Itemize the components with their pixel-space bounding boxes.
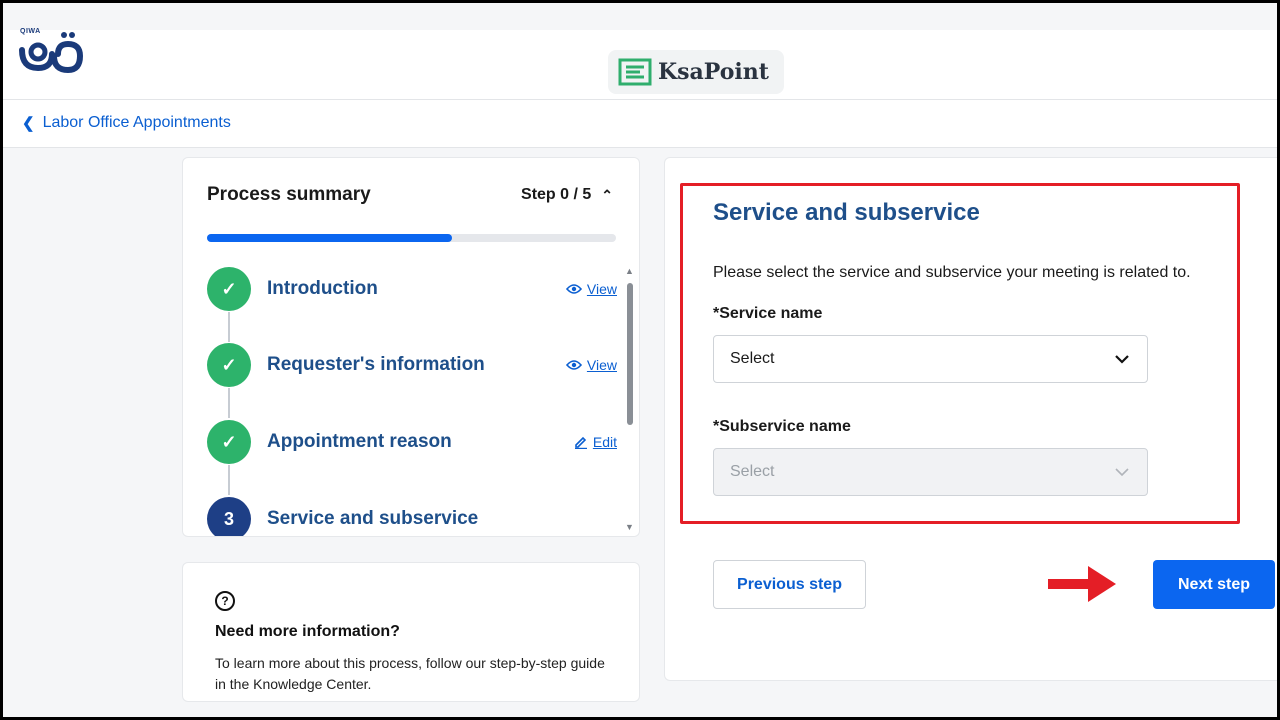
- step-connector: [228, 465, 230, 495]
- step-number-badge: 3: [207, 497, 251, 536]
- form-description: Please select the service and subservice…: [713, 264, 1191, 281]
- step-count-text: Step 0 / 5: [521, 186, 592, 203]
- form-title: Service and subservice: [713, 199, 980, 226]
- previous-step-button[interactable]: Previous step: [713, 560, 866, 609]
- view-requester-link[interactable]: View: [565, 357, 617, 373]
- watermark-text: KsaPoint: [658, 59, 769, 85]
- info-text: To learn more about this process, follow…: [215, 655, 605, 692]
- progress-fill: [207, 234, 453, 242]
- edit-appointment-link[interactable]: Edit: [574, 434, 617, 450]
- eye-icon: [565, 360, 582, 370]
- chevron-up-icon: ⌃: [601, 186, 613, 203]
- logo-small-text: QIWA: [20, 28, 41, 35]
- info-title: Need more information?: [215, 623, 400, 640]
- step-introduction: ✓ Introduction View: [207, 266, 617, 312]
- view-link-label: View: [586, 281, 617, 297]
- red-arrow-icon: [1048, 566, 1116, 602]
- summary-title: Process summary: [207, 184, 371, 205]
- watermark: KsaPoint: [608, 50, 784, 94]
- scroll-down-arrow-icon[interactable]: ▼: [625, 522, 634, 532]
- progress-bar: [207, 234, 616, 242]
- chevron-down-icon: [1115, 467, 1129, 476]
- step-label: Service and subservice: [267, 508, 479, 529]
- scrollbar-thumb[interactable]: [627, 283, 633, 425]
- scroll-up-arrow-icon[interactable]: ▲: [625, 266, 634, 276]
- top-strip: [0, 0, 1280, 30]
- pencil-icon: [574, 436, 587, 449]
- edit-link-label: Edit: [592, 434, 617, 450]
- check-icon: ✓: [207, 267, 251, 311]
- step-connector: [228, 312, 230, 342]
- help-info-card: ? Need more information? To learn more a…: [182, 562, 640, 702]
- step-service-subservice: 3 Service and subservice: [207, 496, 617, 536]
- step-requester-information: ✓ Requester's information View: [207, 342, 617, 388]
- process-summary-card: Process summary Step 0 / 5 ⌃ ✓ Introduct…: [182, 157, 640, 537]
- step-connector: [228, 388, 230, 418]
- eye-icon: [565, 284, 582, 294]
- next-step-button[interactable]: Next step: [1153, 560, 1275, 609]
- chevron-down-icon: [1115, 354, 1129, 364]
- back-link[interactable]: ❮ Labor Office Appointments: [22, 114, 231, 132]
- step-counter-toggle[interactable]: Step 0 / 5 ⌃: [521, 186, 613, 204]
- check-icon: ✓: [207, 420, 251, 464]
- qiwa-logo[interactable]: QIWA: [18, 28, 84, 74]
- service-select-value: Select: [730, 350, 775, 367]
- subservice-name-select[interactable]: Select: [713, 448, 1148, 496]
- service-name-select[interactable]: Select: [713, 335, 1148, 383]
- check-icon: ✓: [207, 343, 251, 387]
- step-appointment-reason: ✓ Appointment reason Edit: [207, 419, 617, 465]
- back-link-label: Labor Office Appointments: [42, 114, 231, 131]
- view-introduction-link[interactable]: View: [565, 281, 617, 297]
- step-label: Appointment reason: [267, 431, 452, 452]
- chevron-left-icon: ❮: [22, 115, 35, 132]
- subservice-name-label: *Subservice name: [713, 418, 851, 435]
- question-icon: ?: [215, 591, 235, 611]
- step-label: Requester's information: [267, 354, 485, 375]
- view-link-label: View: [586, 357, 617, 373]
- subservice-select-value: Select: [730, 463, 775, 480]
- watermark-icon: [618, 58, 652, 86]
- service-name-label: *Service name: [713, 305, 823, 322]
- step-label: Introduction: [267, 278, 378, 299]
